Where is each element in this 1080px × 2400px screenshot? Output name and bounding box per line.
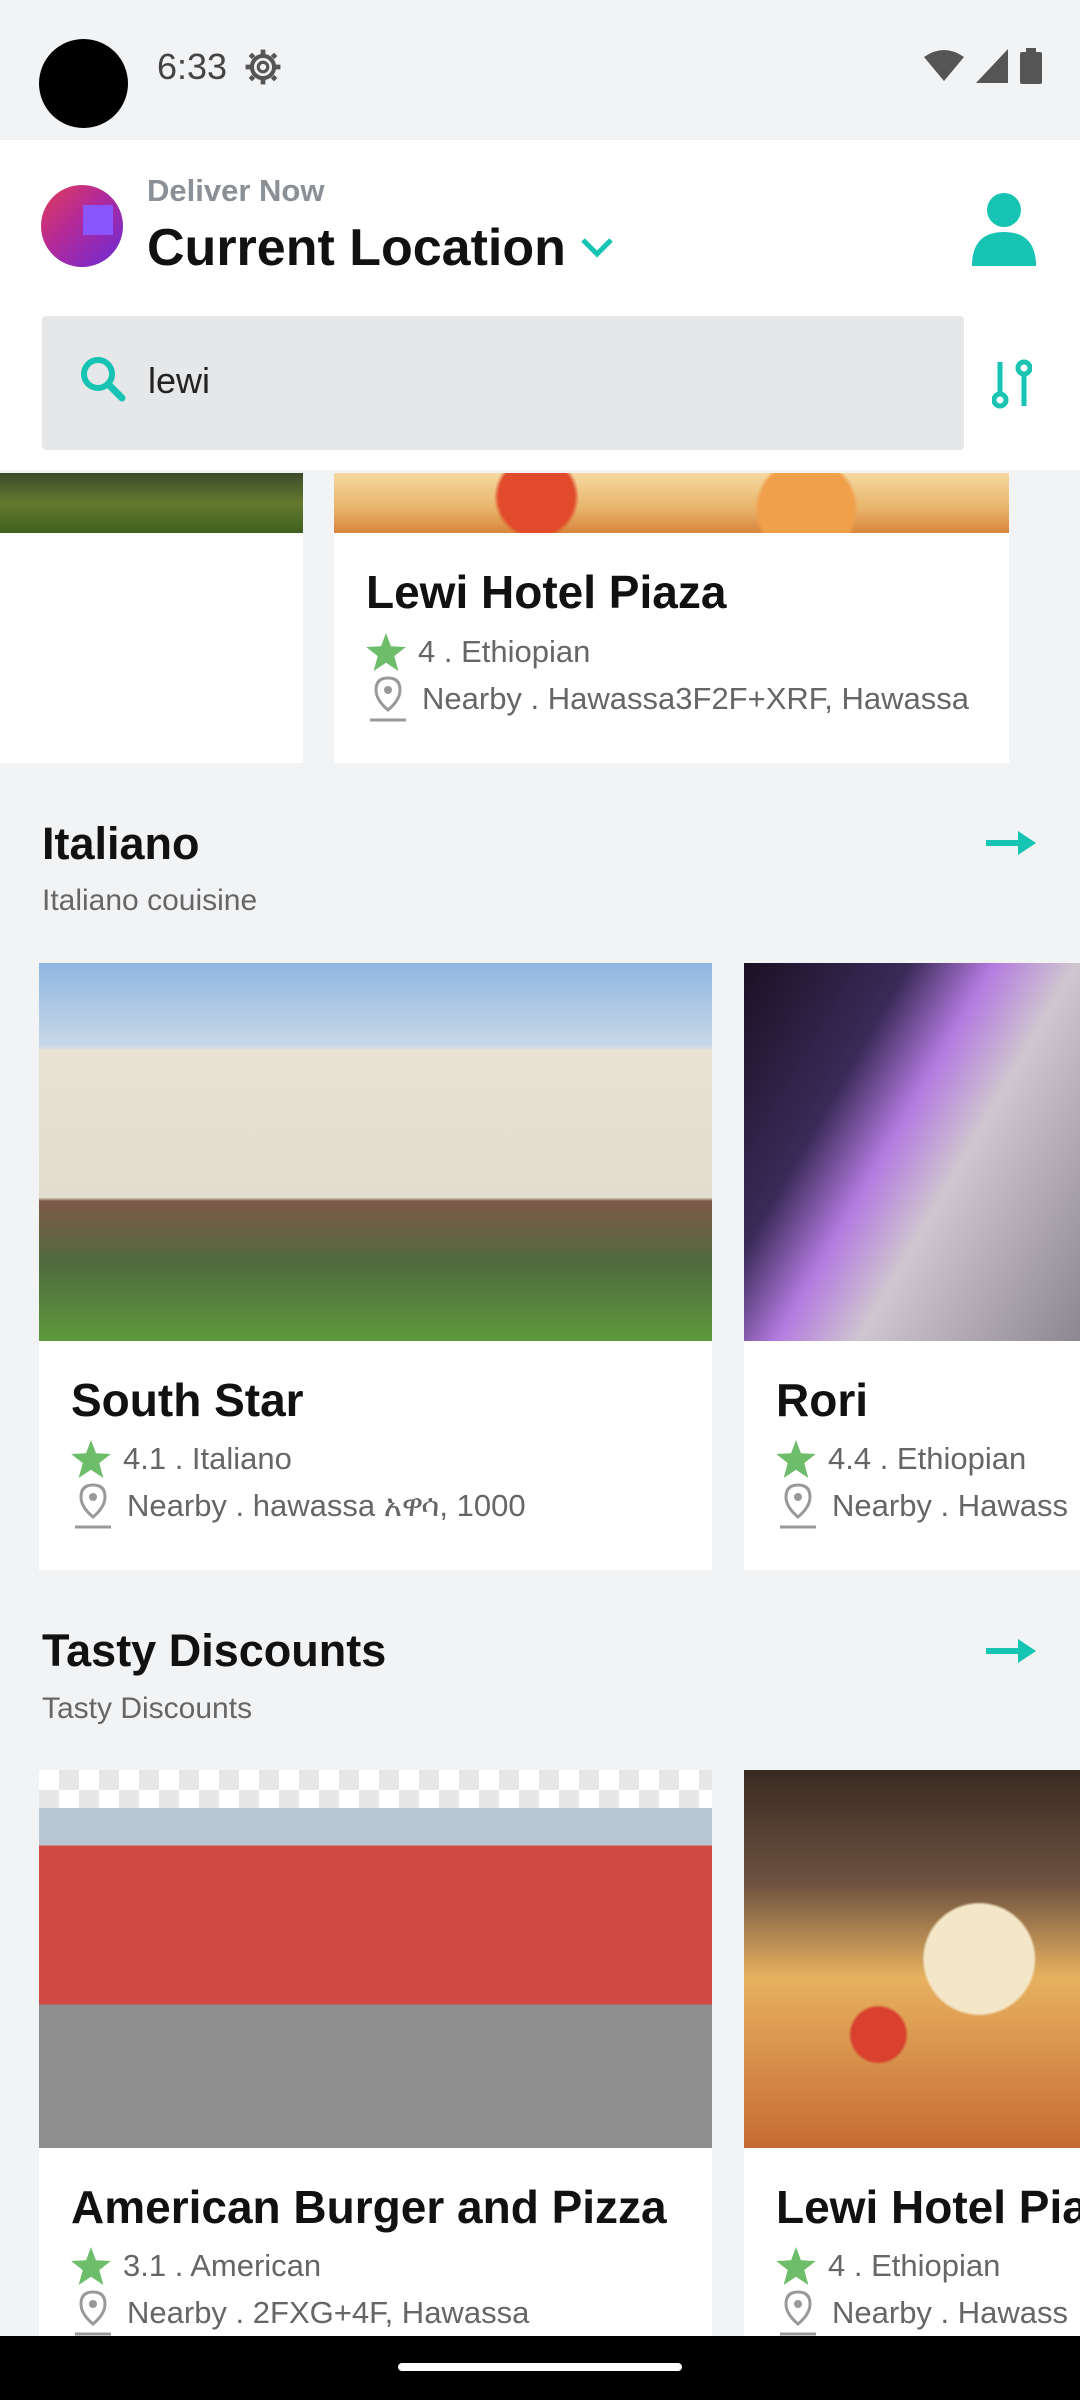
app-header: Deliver Now Current Location lewi	[0, 140, 1080, 470]
section-title: Italiano	[42, 818, 200, 869]
restaurant-name: Rori	[776, 1374, 868, 1426]
camera-cutout	[39, 39, 128, 128]
location-selector[interactable]: Current Location	[147, 218, 614, 278]
star-icon	[366, 633, 406, 671]
restaurant-image	[744, 1770, 1080, 2148]
location-text: Nearby . Hawass	[832, 1488, 1069, 1523]
section-title: Tasty Discounts	[42, 1625, 387, 1676]
location-pin-icon	[370, 676, 406, 722]
restaurant-image	[334, 473, 1009, 533]
user-avatar[interactable]	[41, 185, 123, 267]
search-input[interactable]: lewi	[148, 360, 210, 402]
location-row: Nearby . hawassa አዋሳ, 1000	[71, 1483, 526, 1529]
star-icon	[71, 2247, 111, 2285]
location-pin-icon	[75, 1483, 111, 1529]
settings-gear-icon	[245, 49, 281, 85]
location-pin-icon	[75, 2290, 111, 2336]
search-bar[interactable]: lewi	[42, 316, 964, 450]
filter-icon[interactable]	[992, 358, 1032, 410]
see-all-arrow-icon[interactable]	[986, 828, 1038, 858]
deliver-now-label: Deliver Now	[147, 173, 325, 208]
rating-text: 4.4 . Ethiopian	[828, 1441, 1027, 1476]
section-subtitle: Tasty Discounts	[42, 1692, 253, 1725]
star-icon	[776, 2247, 816, 2285]
location-row: Nearby . Hawass	[776, 1483, 1068, 1529]
profile-icon[interactable]	[968, 190, 1040, 266]
restaurant-card[interactable]	[0, 473, 303, 763]
chevron-down-icon	[581, 238, 613, 258]
location-pin-icon	[780, 2290, 816, 2336]
location-row: Nearby . Hawassa3F2F+XRF, Hawassa	[366, 676, 969, 722]
rating-text: 4 . Ethiopian	[418, 634, 591, 669]
star-icon	[776, 1440, 816, 1478]
restaurant-name: American Burger and Pizza	[71, 2181, 667, 2233]
restaurant-image	[39, 1770, 712, 2148]
location-row: Nearby . Hawass	[776, 2290, 1068, 2336]
restaurant-name: Lewi Hotel Piaza	[366, 566, 727, 618]
rating-row: 4.1 . Italiano	[71, 1440, 292, 1478]
rating-text: 4 . Ethiopian	[828, 2248, 1001, 2283]
restaurant-image	[39, 963, 712, 1341]
restaurant-card[interactable]: Lewi Hotel Piaza 4 . Ethiopian Nearby . …	[334, 473, 1009, 763]
rating-text: 4.1 . Italiano	[123, 1441, 292, 1476]
rating-text: 3.1 . American	[123, 2248, 322, 2283]
status-time: 6:33	[157, 46, 228, 87]
location-row: Nearby . 2FXG+4F, Hawassa	[71, 2290, 529, 2336]
restaurant-card[interactable]: American Burger and Pizza 3.1 . American…	[39, 1770, 712, 2336]
signal-icon	[976, 49, 1008, 83]
wifi-icon	[924, 50, 964, 81]
restaurant-card[interactable]: Rori 4.4 . Ethiopian Nearby . Hawass	[744, 963, 1080, 1570]
location-text: Nearby . Hawass	[832, 2295, 1069, 2330]
location-label: Current Location	[147, 219, 566, 277]
restaurant-card[interactable]: Lewi Hotel Pia 4 . Ethiopian Nearby . Ha…	[744, 1770, 1080, 2336]
restaurant-name: Lewi Hotel Pia	[776, 2181, 1080, 2233]
search-icon	[81, 357, 126, 402]
rating-row: 3.1 . American	[71, 2247, 321, 2285]
location-text: Nearby . hawassa አዋሳ, 1000	[127, 1487, 526, 1523]
location-text: Nearby . 2FXG+4F, Hawassa	[127, 2295, 530, 2330]
section-subtitle: Italiano couisine	[42, 884, 258, 917]
location-text: Nearby . Hawassa3F2F+XRF, Hawassa	[422, 681, 970, 716]
see-all-arrow-icon[interactable]	[986, 1636, 1038, 1666]
status-bar: 6:33	[0, 0, 1080, 140]
restaurant-image	[0, 473, 303, 533]
restaurant-card[interactable]: South Star 4.1 . Italiano Nearby . hawas…	[39, 963, 712, 1570]
restaurant-name: South Star	[71, 1374, 304, 1426]
battery-icon	[1020, 48, 1042, 84]
restaurant-image	[744, 963, 1080, 1341]
location-pin-icon	[780, 1483, 816, 1529]
rating-row: 4.4 . Ethiopian	[776, 1440, 1026, 1478]
rating-row: 4 . Ethiopian	[776, 2247, 1000, 2285]
home-gesture-handle[interactable]	[398, 2363, 682, 2371]
rating-row: 4 . Ethiopian	[366, 633, 590, 671]
star-icon	[71, 1440, 111, 1478]
